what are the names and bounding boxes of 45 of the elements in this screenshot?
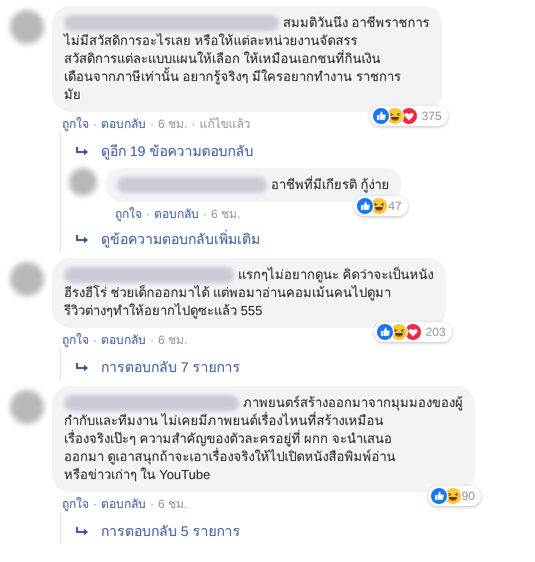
comment-text: อาชีพที่มีเกียรติ กู้ง่าย <box>271 176 390 194</box>
reply-arrow-icon <box>75 362 89 372</box>
separator-dot: · <box>150 496 154 513</box>
timestamp: 6 ชม. <box>158 116 188 133</box>
reaction-count: 203 <box>426 324 447 341</box>
separator-dot: · <box>93 116 97 133</box>
replies-link[interactable]: ดูข้อความตอบกลับเพิ่มเติม <box>61 227 495 252</box>
action-link[interactable]: ตอบกลับ <box>101 115 146 133</box>
comment-text: ภาพยนตร์สร้างออกมาจากมุมมองของผู้ <box>243 394 463 412</box>
reply-arrow-icon <box>75 146 89 156</box>
comment-text: ไม่มีสวัสดิการอะไรเลย หรือให้แต่ละหน่วยงานจัดสรร สวัสดิการแต่ละแบบแผนให้เลือก ให้เหมือนเอกชนที่กินเงิน เดือนจากภาษีเท่านั้น อยากรู้จริงๆ มีใครอยากทำงาน ราชการ มัย <box>64 32 402 104</box>
reaction-count: 375 <box>422 108 443 125</box>
timestamp: แก้ไขแล้ว <box>199 116 250 133</box>
separator-dot: · <box>93 496 97 513</box>
timestamp: 6 ชม. <box>158 332 188 349</box>
timestamp: 6 ชม. <box>211 206 240 223</box>
action-link[interactable]: ถูกใจ <box>62 331 89 349</box>
action-link[interactable]: ถูกใจ <box>115 205 142 223</box>
action-link[interactable]: ถูกใจ <box>62 115 89 133</box>
avatar <box>10 390 44 424</box>
separator-dot: · <box>93 332 97 349</box>
reply-arrow-icon <box>75 526 89 536</box>
comment-text: สมมติวันนึง อาชีพราชการ <box>283 14 430 32</box>
comment-text: กำกับและทีมงาน ไม่เคยมีภาพยนต์เรื่องไหนที่สร้างเหมือน เรื่องจริงเป๊ะๆ ความสำคัญของตัวละครอยู่ที่ ผกก จะนำเสนอ ออกมา ดูเอาสนุกถ้าจะเอาเรื่องจริงให้ไปเปิดหนังสือพิมพ์อ่าน หรือข่าวเก่าๆ ใน YouTube <box>64 412 397 484</box>
replies-link[interactable]: ดูอีก 19 ข้อความตอบกลับ <box>61 139 495 164</box>
reaction-count: 90 <box>462 488 476 505</box>
reply-arrow-icon <box>75 234 89 244</box>
separator-dot: · <box>191 116 196 133</box>
action-link[interactable]: ตอบกลับ <box>101 495 146 513</box>
replies-link[interactable]: การตอบกลับ 7 รายการ <box>61 355 495 380</box>
action-link[interactable]: ตอบกลับ <box>154 205 199 223</box>
action-link[interactable]: ถูกใจ <box>62 495 89 513</box>
replies-link[interactable]: การตอบกลับ 5 รายการ <box>61 519 495 544</box>
timestamp: 6 ชม. <box>158 496 188 513</box>
action-link[interactable]: ตอบกลับ <box>101 331 146 349</box>
separator-dot: · <box>203 206 207 223</box>
comment-text: ฮีรงฮีโร่ ช่วยเด็กออกมาได้ แต่พอมาอ่านคอมเม้นคนไปดูมา รีวิวต่างๆทำให้อยากไปดูซะแล้ว 555 <box>64 284 392 320</box>
avatar <box>10 10 44 44</box>
separator-dot: · <box>150 116 154 133</box>
avatar <box>10 262 44 296</box>
reaction-count: 47 <box>388 198 403 215</box>
separator-dot: · <box>150 332 154 349</box>
avatar <box>69 168 97 196</box>
separator-dot: · <box>146 206 150 223</box>
comment-text: แรกๆไม่อยากดูนะ คิดว่าจะเป็นหนัง <box>238 266 434 284</box>
